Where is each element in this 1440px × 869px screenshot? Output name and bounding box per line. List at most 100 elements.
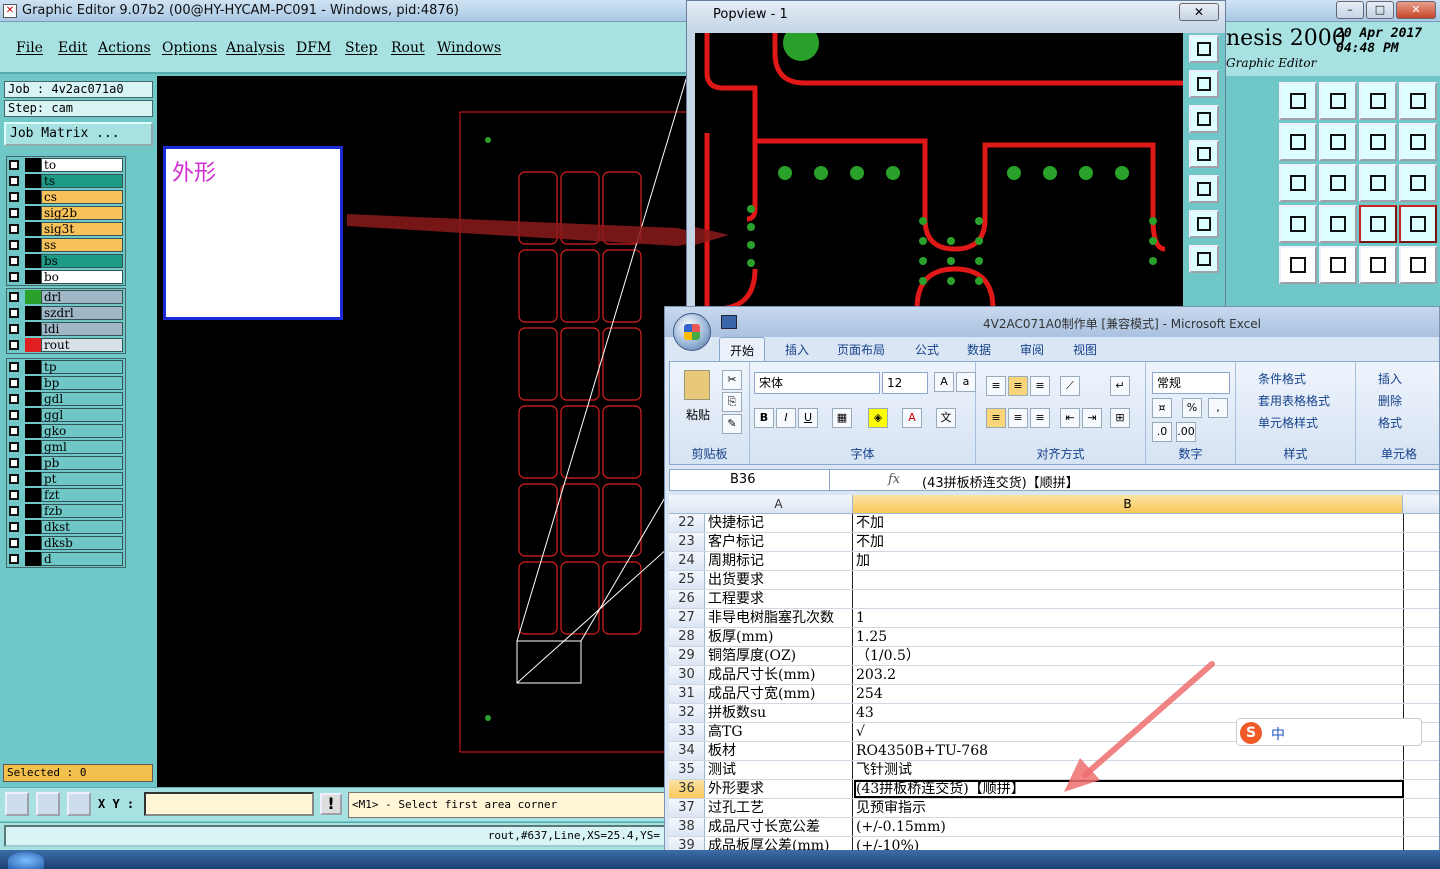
menu-dfm[interactable]: DFM [296,40,331,56]
row-number[interactable]: 26 [669,590,705,608]
layer-checkbox[interactable] [9,426,19,436]
shrink-font-icon[interactable]: a [956,372,976,392]
cell-b[interactable]: 加 [854,552,1404,570]
row-number[interactable]: 23 [669,533,705,551]
align-bottom-icon[interactable]: ≡ [1030,376,1050,396]
menu-analysis[interactable]: Analysis [226,40,285,56]
tab-data[interactable]: 数据 [967,341,991,358]
formula-input[interactable]: (43拼板桥连交货)【顺拼】 [922,472,1079,491]
home-icon[interactable] [1359,82,1397,120]
window-icon[interactable] [1399,82,1437,120]
menu-step[interactable]: Step [345,40,377,56]
cell-a[interactable]: 成品尺寸宽(mm) [706,685,853,703]
layer-row-ldi[interactable]: ldi [7,321,125,337]
decrease-indent-icon[interactable]: ⇤ [1060,408,1080,428]
cell-a[interactable]: 过孔工艺 [706,799,853,817]
minimize-button[interactable]: – [1336,1,1364,19]
layer-checkbox[interactable] [9,176,19,186]
snap-icon[interactable] [1319,205,1357,243]
layer-row-sig3t[interactable]: sig3t [7,221,125,237]
layer-row-ts[interactable]: ts [7,173,125,189]
zoom-icon[interactable] [1319,164,1357,202]
cell-a[interactable]: 成品尺寸长(mm) [706,666,853,684]
align-top-icon[interactable]: ≡ [986,376,1006,396]
cell-a[interactable]: 高TG [706,723,853,741]
pan-left-button[interactable] [1189,140,1219,168]
fx-icon[interactable]: fx [888,472,900,487]
row-number[interactable]: 35 [669,761,705,779]
layer-row-pb[interactable]: pb [7,455,125,471]
column-a-header[interactable]: A [705,495,853,513]
font-name-combo[interactable]: 宋体 [754,372,880,394]
format-painter-icon[interactable]: ✎ [722,414,742,434]
comma-icon[interactable]: , [1208,398,1228,418]
xy-input[interactable] [144,792,314,816]
cell-b[interactable]: (43拼板桥连交货)【顺拼】 [854,780,1404,798]
menu-actions[interactable]: Actions [98,40,151,56]
maximize-button[interactable]: □ [1366,1,1394,19]
swap-icon[interactable] [1359,123,1397,161]
layer-checkbox[interactable] [9,458,19,468]
align-middle-icon[interactable]: ≡ [1008,376,1028,396]
border-icon[interactable]: ▦ [832,408,852,428]
cell-style-button[interactable]: 单元格样式 [1258,414,1318,431]
layer-checkbox[interactable] [9,308,19,318]
conditional-format-button[interactable]: 条件格式 [1258,370,1306,387]
row-number[interactable]: 36 [669,780,705,798]
layer-row-bp[interactable]: bp [7,375,125,391]
office-button[interactable] [673,313,711,351]
layer-row-bo[interactable]: bo [7,269,125,285]
tab-review[interactable]: 审阅 [1020,341,1044,358]
layer-checkbox[interactable] [9,522,19,532]
number-format-combo[interactable]: 常规 [1152,372,1230,394]
layer-row-gdl[interactable]: gdl [7,391,125,407]
layer-row-szdrl[interactable]: szdrl [7,305,125,321]
row-number[interactable]: 27 [669,609,705,627]
popview-close-button[interactable]: ✕ [1179,3,1219,21]
zoom-out-button[interactable] [1189,210,1219,238]
select-icon[interactable] [1279,246,1317,284]
layer-row-gko[interactable]: gko [7,423,125,439]
layer-row-ss[interactable]: ss [7,237,125,253]
ime-toolbar[interactable]: S 中 [1236,718,1422,746]
export-icon[interactable] [1319,82,1357,120]
pan-down-button[interactable] [1189,105,1219,133]
menu-edit[interactable]: Edit [58,40,87,56]
font-size-combo[interactable]: 12 [882,372,928,394]
spreadsheet-grid[interactable]: A B 22 快捷标记 不加 23 客户标记 不加 24 周期标记加 25 出货要求 26 工程要求 2… [669,495,1439,868]
table-format-button[interactable]: 套用表格格式 [1258,392,1330,409]
merge-icon[interactable]: ⊞ [1110,408,1130,428]
cell-a[interactable]: 周期标记 [706,552,853,570]
pan-up-button[interactable] [1189,70,1219,98]
measure-icon[interactable] [1279,205,1317,243]
increase-decimal-icon[interactable]: .0 [1152,422,1172,442]
layer-checkbox[interactable] [9,340,19,350]
cell-a[interactable]: 板厚(mm) [706,628,853,646]
tab-formulas[interactable]: 公式 [915,341,939,358]
layer-checkbox[interactable] [9,410,19,420]
menu-options[interactable]: Options [162,40,217,56]
format-cells-button[interactable]: 格式 [1378,414,1402,431]
scale-icon[interactable] [1359,164,1397,202]
cell-a[interactable]: 铜箔厚度(OZ) [706,647,853,665]
layer-checkbox[interactable] [9,256,19,266]
cell-b[interactable]: 254 [854,685,1404,703]
cell-a[interactable]: 测试 [706,761,853,779]
layers-icon[interactable] [1359,205,1397,243]
currency-icon[interactable]: ¤ [1152,398,1172,418]
row-number[interactable]: 25 [669,571,705,589]
cell-b[interactable] [854,571,1404,589]
layer-row-fzb[interactable]: fzb [7,503,125,519]
layer-checkbox[interactable] [9,292,19,302]
row-number[interactable]: 24 [669,552,705,570]
tab-view[interactable]: 视图 [1073,341,1097,358]
row-number[interactable]: 31 [669,685,705,703]
bold-button[interactable]: B [754,408,774,428]
grid-tool-button[interactable] [67,792,91,816]
row-number[interactable]: 22 [669,514,705,532]
layer-checkbox[interactable] [9,394,19,404]
ime-mode[interactable]: 中 [1271,724,1285,744]
tab-insert[interactable]: 插入 [785,341,809,358]
layer-checkbox[interactable] [9,362,19,372]
row-number[interactable]: 29 [669,647,705,665]
